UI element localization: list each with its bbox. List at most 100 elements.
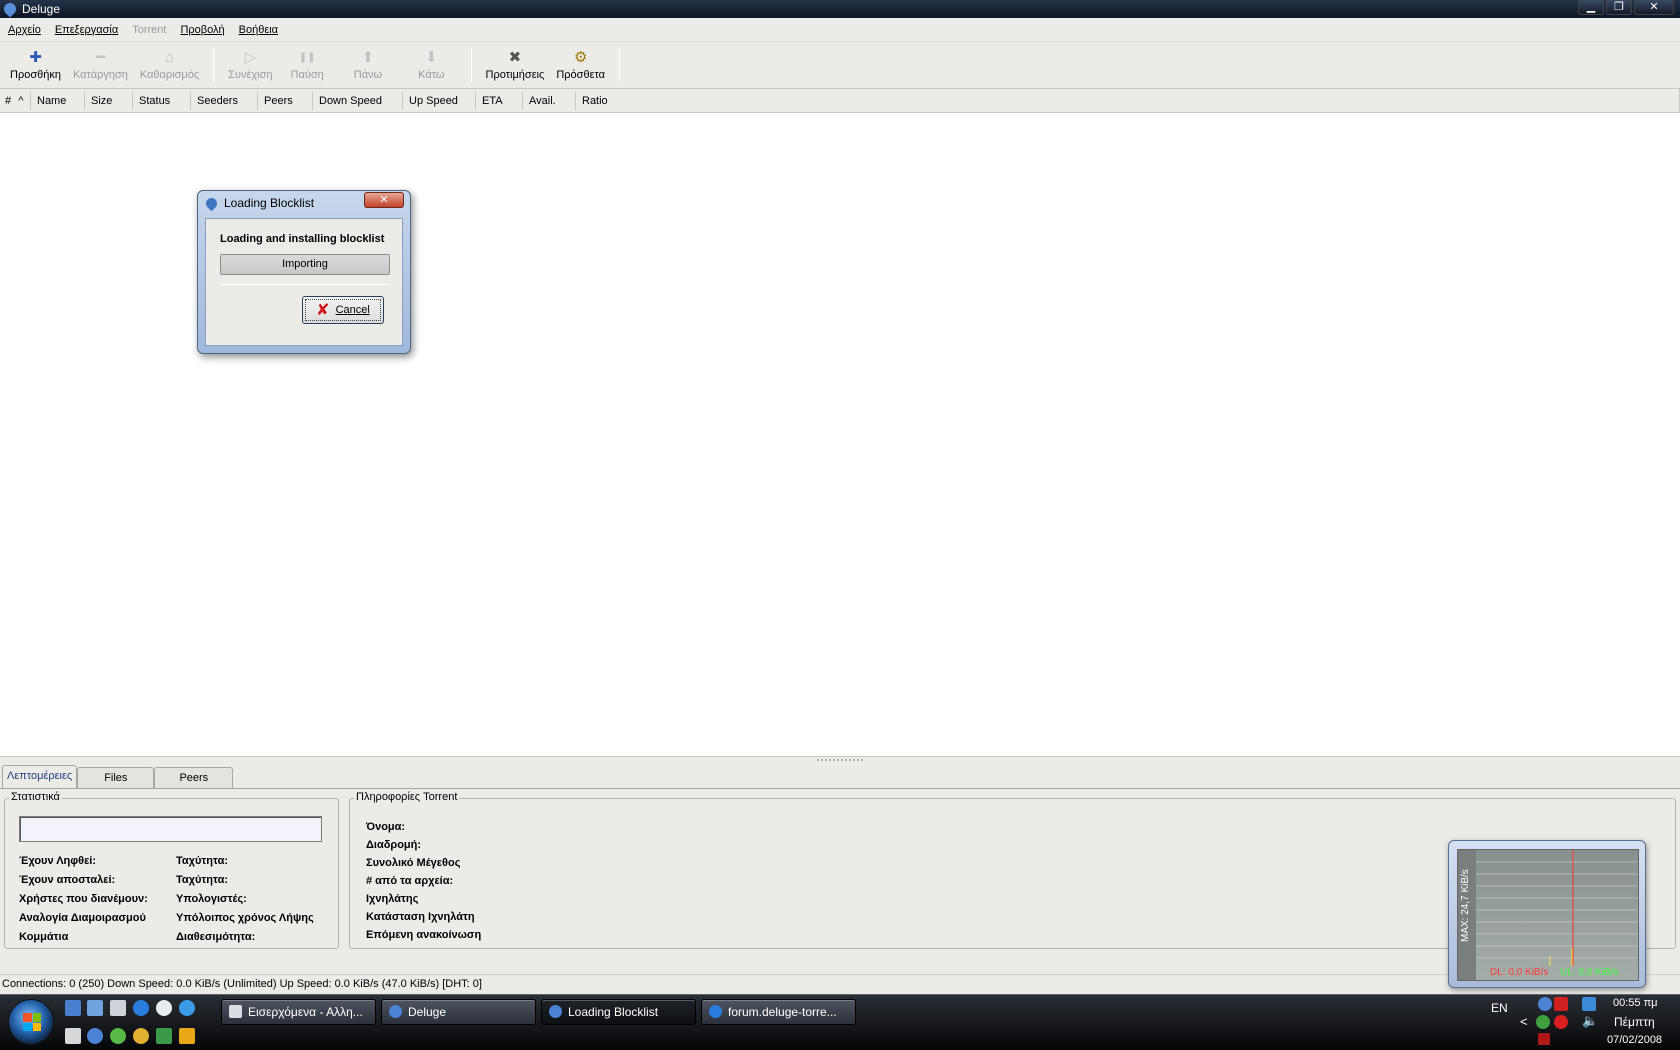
windows-logo-icon [23, 1013, 41, 1031]
show-desktop-icon[interactable] [65, 1000, 81, 1016]
app-icon[interactable] [156, 1028, 172, 1044]
clock-date[interactable]: 07/02/2008 [1607, 1034, 1662, 1046]
info-path-label: Διαδρομή: [366, 839, 422, 851]
task-forum[interactable]: forum.deluge-torre... [701, 999, 856, 1025]
info-name-label: Όνομα: [366, 821, 406, 833]
preferences-label: Προτιμήσεις [485, 69, 545, 81]
ie-icon[interactable] [133, 1000, 149, 1016]
deluge-icon [389, 1005, 402, 1018]
volume-icon[interactable]: 🔈 [1582, 1013, 1598, 1029]
column-number[interactable]: # ^ [0, 91, 31, 110]
clear-button[interactable]: ⌂ Καθαρισμός [134, 42, 205, 88]
clock-time[interactable]: 00:55 πμ [1613, 997, 1658, 1009]
dialog-close-button[interactable]: ✕ [364, 192, 404, 208]
down-label: Κάτω [418, 69, 445, 81]
menu-help[interactable]: Βοήθεια [239, 24, 278, 36]
task-forum-label: forum.deluge-torre... [728, 1005, 837, 1019]
deluge-icon [203, 195, 220, 211]
restore-button[interactable]: ❐ [1606, 0, 1632, 15]
app-icon[interactable] [65, 1028, 81, 1044]
messenger-tray-icon[interactable] [1536, 1015, 1550, 1029]
column-name[interactable]: Name [31, 91, 85, 110]
menu-view[interactable]: Προβολή [180, 24, 224, 36]
ie-icon [709, 1005, 722, 1018]
speed-graph-widget[interactable]: MAX: 24,7 KiB/s DL: 0,0 KiB/s UL: 0,0 Ki… [1448, 840, 1646, 988]
tab-details[interactable]: Λεπτομέρειες [2, 765, 78, 789]
pause-button[interactable]: ❚❚ Παύση [279, 42, 336, 88]
deluge-tray-icon[interactable] [1538, 997, 1552, 1011]
task-inbox[interactable]: Εισερχόμενα - Αλλη... [221, 999, 376, 1025]
media-player-icon[interactable] [179, 1000, 195, 1016]
printer-icon[interactable] [110, 1000, 126, 1016]
security-icon[interactable] [1554, 1015, 1568, 1029]
column-number-label: # [5, 94, 12, 107]
info-file-count-label: # από τα αρχεία: [366, 875, 454, 887]
toolbar: ✚ Προσθήκη ━ Κατάργηση ⌂ Καθαρισμός ▷ Συ… [0, 42, 1680, 89]
torrent-list-header: # ^ Name Size Status Seeders Peers Down … [0, 89, 1680, 113]
cancel-icon: ✘ [316, 302, 330, 319]
move-down-button[interactable]: ⬇ Κάτω [400, 42, 462, 88]
app-icon[interactable] [179, 1028, 195, 1044]
resume-label: Συνέχιση [228, 69, 273, 81]
move-up-button[interactable]: ⬆ Πάνω [336, 42, 400, 88]
stat-eta-label: Υπόλοιπος χρόνος Λήψης [176, 912, 314, 924]
column-up-speed[interactable]: Up Speed [403, 91, 476, 110]
column-size[interactable]: Size [85, 91, 133, 110]
sort-ascending-icon: ^ [18, 94, 24, 107]
deluge-icon[interactable] [87, 1028, 103, 1044]
tab-files[interactable]: Files [77, 767, 155, 789]
pane-resize-handle[interactable] [816, 758, 864, 762]
antivirus-icon[interactable] [1554, 997, 1568, 1011]
menu-file[interactable]: Αρχείο [8, 24, 41, 36]
plugins-button[interactable]: ⚙ Πρόσθετα [550, 42, 611, 88]
column-avail[interactable]: Avail. [523, 91, 576, 110]
dialog-heading: Loading and installing blocklist [220, 233, 385, 245]
start-button[interactable] [8, 999, 54, 1045]
menu-edit[interactable]: Επεξεργασία [55, 24, 118, 36]
messenger-icon[interactable] [156, 1000, 172, 1016]
info-total-size-label: Συνολικό Μέγεθος [366, 857, 461, 869]
info-tracker-status-label: Κατάσταση Ιχνηλάτη [366, 911, 475, 923]
add-button[interactable]: ✚ Προσθήκη [4, 42, 67, 88]
task-inbox-label: Εισερχόμενα - Αλλη... [248, 1005, 363, 1019]
plugin-icon: ⚙ [573, 49, 588, 66]
title-bar: Deluge ▁ ❐ ✕ [0, 0, 1680, 18]
menu-torrent[interactable]: Torrent [132, 24, 166, 36]
minimize-button[interactable]: ▁ [1578, 0, 1604, 15]
clock-day[interactable]: Πέμπτη [1614, 1015, 1655, 1029]
chrome-like-icon[interactable] [110, 1028, 126, 1044]
toolbar-separator [213, 48, 215, 82]
column-down-speed[interactable]: Down Speed [313, 91, 403, 110]
close-button[interactable]: ✕ [1634, 0, 1674, 15]
column-peers[interactable]: Peers [258, 91, 313, 110]
tab-baseline [0, 788, 1680, 789]
arrow-up-icon: ⬆ [361, 49, 375, 66]
stat-seeders-label: Χρήστες που διανέμουν: [19, 893, 148, 905]
network-icon[interactable] [1582, 997, 1596, 1011]
dialog-body: Loading and installing blocklist Importi… [205, 218, 403, 346]
up-label: Πάνω [353, 69, 383, 81]
tray-app-icon[interactable] [1538, 1033, 1550, 1045]
dialog-separator [220, 284, 390, 285]
add-label: Προσθήκη [10, 69, 61, 81]
clear-label: Καθαρισμός [139, 69, 200, 81]
language-indicator[interactable]: EN [1491, 1001, 1508, 1015]
remove-button[interactable]: ━ Κατάργηση [67, 42, 134, 88]
status-bar: Connections: 0 (250) Down Speed: 0.0 KiB… [0, 974, 1680, 994]
column-eta[interactable]: ETA [476, 91, 523, 110]
task-deluge[interactable]: Deluge [381, 999, 536, 1025]
column-ratio[interactable]: Ratio [576, 92, 1680, 110]
pause-label: Παύση [290, 69, 324, 81]
column-status[interactable]: Status [133, 91, 191, 110]
stat-availability-label: Διαθεσιμότητα: [176, 931, 256, 943]
app-icon[interactable] [133, 1028, 149, 1044]
column-seeders[interactable]: Seeders [191, 91, 258, 110]
remove-label: Κατάργηση [72, 69, 128, 81]
tab-peers[interactable]: Peers [154, 767, 234, 789]
task-loading-blocklist[interactable]: Loading Blocklist [541, 999, 696, 1025]
tray-expand-arrow[interactable]: < [1520, 1014, 1528, 1029]
switch-windows-icon[interactable] [87, 1000, 103, 1016]
preferences-button[interactable]: ✖ Προτιμήσεις [480, 42, 551, 88]
resume-button[interactable]: ▷ Συνέχιση [222, 42, 278, 88]
cancel-button[interactable]: ✘ Cancel [302, 296, 384, 324]
